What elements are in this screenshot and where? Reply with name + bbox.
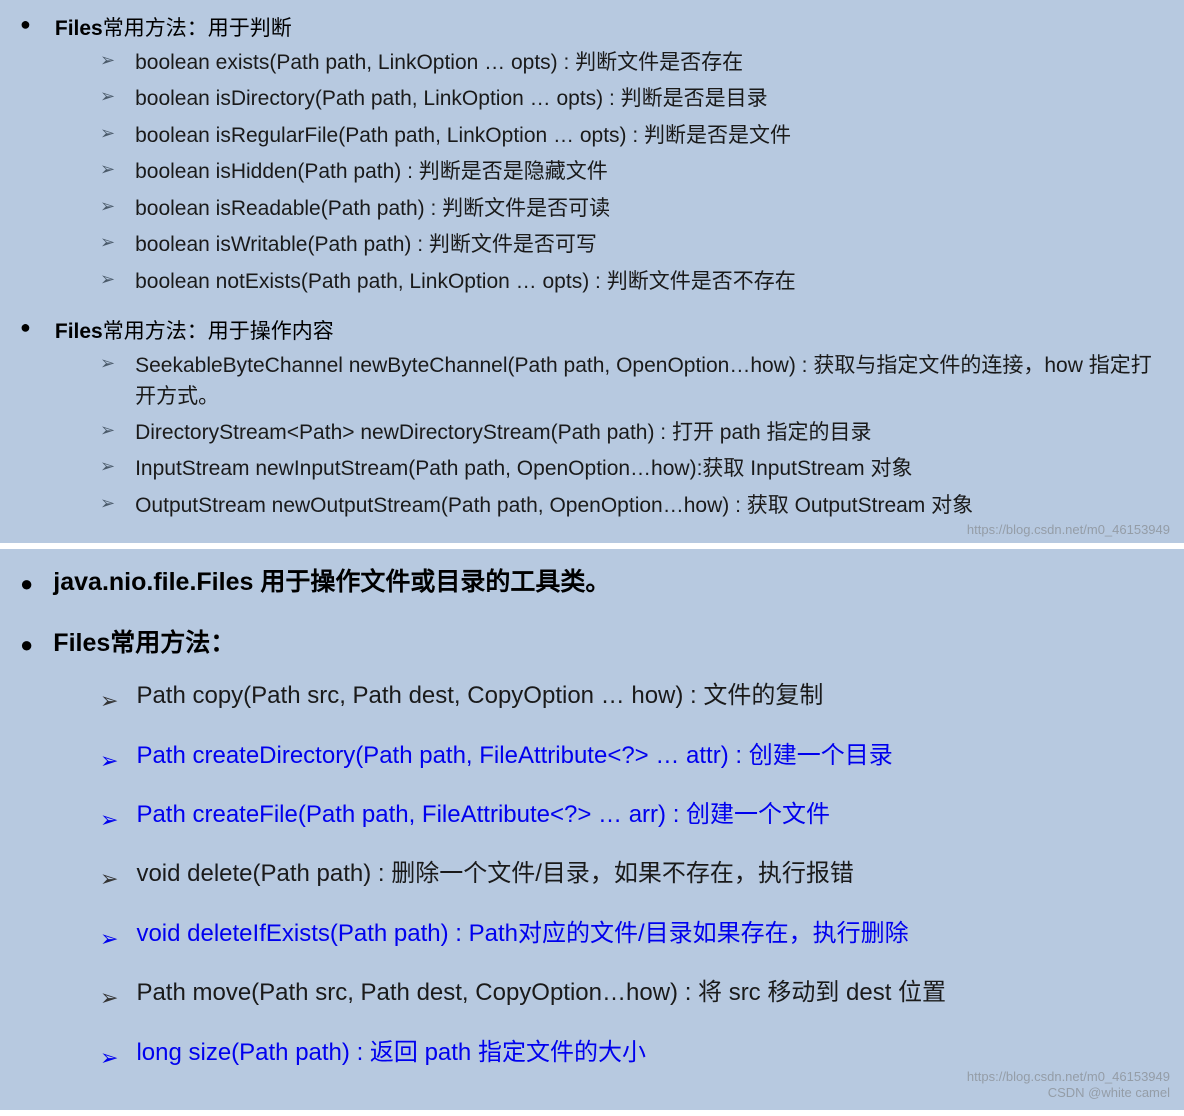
arrow-icon: ➢ <box>100 353 115 374</box>
arrow-icon: ➢ <box>100 979 118 1016</box>
item-text: Path move(Path src, Path dest, CopyOptio… <box>136 975 946 1011</box>
sub-list-judge: ➢ boolean exists(Path path, LinkOption … … <box>100 48 1164 297</box>
arrow-icon: ➢ <box>100 682 118 719</box>
arrow-icon: ➢ <box>100 269 115 290</box>
arrow-icon: ➢ <box>100 196 115 217</box>
arrow-icon: ➢ <box>100 86 115 107</box>
sub-list-content: ➢ SeekableByteChannel newByteChannel(Path… <box>100 351 1164 521</box>
arrow-icon: ➢ <box>100 801 118 838</box>
item-text: boolean isRegularFile(Path path, LinkOpt… <box>135 121 791 151</box>
list-item: ➢ void deleteIfExists(Path path) : Path对应… <box>100 916 1164 957</box>
arrow-icon: ➢ <box>100 920 118 957</box>
bullet-disc-icon: ● <box>20 626 33 663</box>
section-heading-judge: ● Files常用方法：用于判断 <box>20 12 1164 42</box>
heading-text: Files常用方法：用于操作内容 <box>55 315 334 345</box>
list-item: ➢ SeekableByteChannel newByteChannel(Path… <box>100 351 1164 412</box>
list-item: ➢ void delete(Path path) : 删除一个文件/目录，如果不存… <box>100 856 1164 897</box>
heading-nio-files: ● java.nio.file.Files 用于操作文件或目录的工具类。 <box>20 561 1164 604</box>
bullet-disc-icon: ● <box>20 317 31 338</box>
arrow-icon: ➢ <box>100 232 115 253</box>
arrow-icon: ➢ <box>100 50 115 71</box>
arrow-icon: ➢ <box>100 1039 118 1076</box>
list-item: ➢ boolean isWritable(Path path) : 判断文件是否可… <box>100 230 1164 260</box>
item-text: SeekableByteChannel newByteChannel(Path … <box>135 351 1164 412</box>
item-text: long size(Path path) : 返回 path 指定文件的大小 <box>136 1035 646 1071</box>
heading-bold: Files <box>55 320 103 343</box>
item-text: boolean isDirectory(Path path, LinkOptio… <box>135 84 768 114</box>
arrow-icon: ➢ <box>100 493 115 514</box>
list-item: ➢ OutputStream newOutputStream(Path path,… <box>100 491 1164 521</box>
list-item: ➢ Path move(Path src, Path dest, CopyOpti… <box>100 975 1164 1016</box>
item-text: OutputStream newOutputStream(Path path, … <box>135 491 973 521</box>
item-text: DirectoryStream<Path> newDirectoryStream… <box>135 418 871 448</box>
arrow-icon: ➢ <box>100 456 115 477</box>
list-item: ➢ InputStream newInputStream(Path path, O… <box>100 454 1164 484</box>
heading-text: Files常用方法：用于判断 <box>55 12 292 42</box>
section-heading-content: ● Files常用方法：用于操作内容 <box>20 315 1164 345</box>
list-item: ➢ boolean isHidden(Path path) : 判断是否是隐藏文件 <box>100 157 1164 187</box>
item-text: Path copy(Path src, Path dest, CopyOptio… <box>136 678 823 714</box>
list-item: ➢ Path createDirectory(Path path, FileAtt… <box>100 738 1164 779</box>
item-text: boolean isWritable(Path path) : 判断文件是否可写 <box>135 230 597 260</box>
list-item: ➢ boolean isReadable(Path path) : 判断文件是否可… <box>100 194 1164 224</box>
heading-text: Files常用方法： <box>53 622 235 665</box>
item-text: boolean exists(Path path, LinkOption … o… <box>135 48 743 78</box>
item-text: boolean notExists(Path path, LinkOption … <box>135 267 796 297</box>
heading-bold: Files <box>53 629 110 657</box>
heading-files-methods: ● Files常用方法： <box>20 622 1164 665</box>
watermark-text: https://blog.csdn.net/m0_46153949 <box>967 522 1170 537</box>
list-item: ➢ boolean isDirectory(Path path, LinkOpti… <box>100 84 1164 114</box>
arrow-icon: ➢ <box>100 159 115 180</box>
list-item: ➢ boolean isRegularFile(Path path, LinkOp… <box>100 121 1164 151</box>
heading-bold: Files <box>55 17 103 40</box>
list-item: ➢ DirectoryStream<Path> newDirectoryStrea… <box>100 418 1164 448</box>
list-item: ➢ boolean notExists(Path path, LinkOption… <box>100 267 1164 297</box>
heading-text: java.nio.file.Files 用于操作文件或目录的工具类。 <box>53 561 610 604</box>
item-text: boolean isHidden(Path path) : 判断是否是隐藏文件 <box>135 157 608 187</box>
item-text: InputStream newInputStream(Path path, Op… <box>135 454 912 484</box>
arrow-icon: ➢ <box>100 420 115 441</box>
sub-list-methods: ➢ Path copy(Path src, Path dest, CopyOpti… <box>100 678 1164 1076</box>
panel-bottom: ● java.nio.file.Files 用于操作文件或目录的工具类。 ● F… <box>0 549 1184 1110</box>
bullet-disc-icon: ● <box>20 565 33 602</box>
item-text: void delete(Path path) : 删除一个文件/目录，如果不存在… <box>136 856 854 892</box>
panel-top: ● Files常用方法：用于判断 ➢boolean exists(Path pa… <box>0 0 1184 543</box>
list-item: ➢ Path createFile(Path path, FileAttribut… <box>100 797 1164 838</box>
item-text: void deleteIfExists(Path path) : Path对应的… <box>136 916 908 952</box>
heading-rest: 常用方法： <box>110 629 235 657</box>
item-text: boolean isReadable(Path path) : 判断文件是否可读 <box>135 194 610 224</box>
heading-rest: 常用方法：用于操作内容 <box>103 320 334 343</box>
item-text: Path createDirectory(Path path, FileAttr… <box>136 738 892 774</box>
bullet-disc-icon: ● <box>20 14 31 35</box>
watermark-text: CSDN @white camel <box>1048 1082 1170 1104</box>
list-item: ➢ boolean exists(Path path, LinkOption … … <box>100 48 1164 78</box>
arrow-icon: ➢ <box>100 123 115 144</box>
item-text: Path createFile(Path path, FileAttribute… <box>136 797 830 833</box>
list-item: ➢ Path copy(Path src, Path dest, CopyOpti… <box>100 678 1164 719</box>
arrow-icon: ➢ <box>100 860 118 897</box>
heading-rest: 常用方法：用于判断 <box>103 17 292 40</box>
arrow-icon: ➢ <box>100 742 118 779</box>
